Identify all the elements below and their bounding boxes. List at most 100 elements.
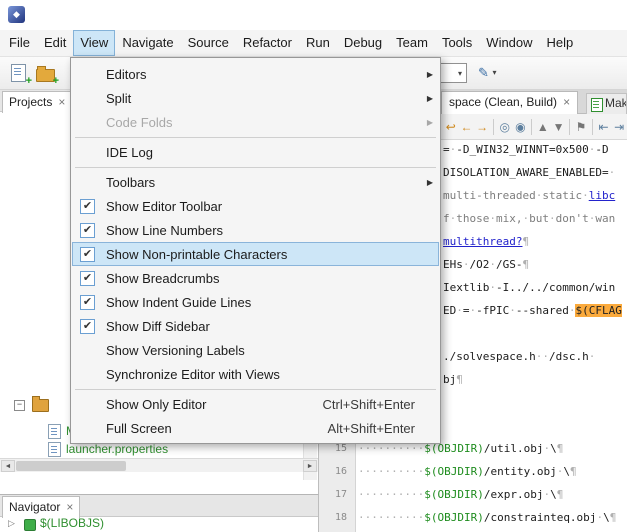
check-spacer [80,421,95,436]
menu-item-show-breadcrumbs[interactable]: ✔ Show Breadcrumbs [72,266,439,290]
menu-item-synchronize-editor-with-views[interactable]: Synchronize Editor with Views [72,362,439,386]
macro-icon [24,519,36,531]
tab-navigator-label: Navigator [9,500,61,514]
navigator-item-label: $(LIBOBJS) [40,516,105,530]
code-line[interactable]: EHs·/O2·/GS-¶ [443,253,529,276]
navigator-item-libobjs[interactable]: ▷ $(LIBOBJS) [0,516,318,532]
submenu-arrow-icon: ▶ [426,177,433,187]
open-project-button[interactable]: + [33,61,59,87]
check-spacer [80,343,95,358]
menu-item-label: Show Editor Toolbar [106,198,223,214]
navigator-panel-header: Navigator × [0,495,318,518]
menu-item-show-only-editor[interactable]: Show Only Editor Ctrl+Shift+Enter [72,392,439,416]
code-line[interactable]: ··········$(OBJDIR)/entity.obj·\¶ [358,460,577,483]
code-line[interactable]: ··········$(OBJDIR)/expr.obj·\¶ [358,483,563,506]
menubar-item-debug[interactable]: Debug [337,30,389,56]
tab-navigator[interactable]: Navigator × [2,496,81,518]
menu-separator [72,386,439,392]
menubar-item-window[interactable]: Window [479,30,539,56]
collapse-icon[interactable]: − [14,400,25,411]
menubar: File Edit View Navigate Source Refactor Run Deb… [0,30,627,57]
menubar-item-help[interactable]: Help [540,30,581,56]
menu-item-label: Show Indent Guide Lines [106,294,252,310]
tab-projects-label: Projects [9,95,53,109]
menu-item-label: Synchronize Editor with Views [106,366,280,382]
menu-item-show-indent-guide-lines[interactable]: ✔ Show Indent Guide Lines [72,290,439,314]
plus-badge-icon: + [25,75,32,87]
code-line[interactable]: DISOLATION_AWARE_ENABLED=· [443,161,615,184]
scroll-right-button[interactable]: ► [303,460,317,472]
menu-item-split[interactable]: Split ▶ [72,86,439,110]
code-line[interactable]: ./solvespace.h··/dsc.h· [443,345,595,368]
menu-item-label: Full Screen [106,420,172,436]
checkmark-icon: ✔ [80,318,95,334]
menubar-item-team[interactable]: Team [389,30,435,56]
code-line[interactable]: bj¶ [443,368,463,391]
check-spacer [80,91,95,106]
horizontal-scrollbar[interactable]: ◄ ► [0,458,318,472]
application-window: ◆ File Edit View Navigate Source Refactor Run D… [0,0,627,532]
menu-item-show-non-printable-characters[interactable]: ✔ Show Non-printable Characters [72,242,439,266]
menubar-item-view[interactable]: View [73,30,116,56]
menubar-item-run[interactable]: Run [299,30,337,56]
menubar-item-edit[interactable]: Edit [37,30,73,56]
menu-item-ide-log[interactable]: IDE Log [72,140,439,164]
menu-separator [72,134,439,140]
new-file-button[interactable]: + [6,61,32,87]
menu-item-editors[interactable]: Editors ▶ [72,62,439,86]
menu-item-show-editor-toolbar[interactable]: ✔ Show Editor Toolbar [72,194,439,218]
checkmark-icon: ✔ [80,198,95,214]
menu-item-label: Editors [106,66,147,82]
menubar-item-navigate[interactable]: Navigate [115,30,180,56]
build-icon: ✎ [478,65,489,80]
menu-item-label: Show Only Editor [106,396,207,412]
build-project-button[interactable]: ✎ ▾ [474,62,508,84]
menu-item-show-versioning-labels[interactable]: Show Versioning Labels [72,338,439,362]
code-line[interactable]: f·those·mix,·but·don't·wan [443,207,615,230]
menu-item-label: Show Diff Sidebar [106,318,210,334]
check-spacer [80,115,95,130]
menu-item-label: Show Non-printable Characters [106,246,288,262]
menubar-item-tools[interactable]: Tools [435,30,479,56]
menubar-item-refactor[interactable]: Refactor [236,30,299,56]
menubar-item-source[interactable]: Source [181,30,236,56]
checkmark-icon: ✔ [80,270,95,286]
configuration-combobox[interactable]: ▾ [441,63,467,83]
menu-item-label: IDE Log [106,144,153,160]
scrollbar-thumb[interactable] [16,461,126,471]
menu-item-toolbars[interactable]: Toolbars ▶ [72,170,439,194]
folder-icon [32,396,49,412]
app-icon: ◆ [8,6,25,23]
code-line[interactable]: multi-threaded·static·libc [443,184,615,207]
expand-icon[interactable]: ▷ [8,518,15,529]
submenu-arrow-icon: ▶ [426,69,433,79]
menu-item-label: Show Versioning Labels [106,342,245,358]
titlebar: ◆ [0,0,627,30]
close-icon[interactable]: × [66,500,73,514]
check-spacer [80,145,95,160]
menu-item-show-diff-sidebar[interactable]: ✔ Show Diff Sidebar [72,314,439,338]
close-icon[interactable]: × [58,95,65,109]
code-line[interactable]: ··········$(OBJDIR)/constrainteq.obj·\¶ [358,506,616,529]
menu-item-show-line-numbers[interactable]: ✔ Show Line Numbers [72,218,439,242]
tab-projects[interactable]: Projects × [2,91,73,113]
checkmark-icon: ✔ [80,246,95,262]
check-spacer [80,175,95,190]
check-spacer [80,397,95,412]
menu-item-full-screen[interactable]: Full Screen Alt+Shift+Enter [72,416,439,440]
code-line[interactable]: ED·=·-fPIC·--shared·$(CFLAG [443,299,622,322]
code-line[interactable]: Iextlib·-I../../common/win [443,276,615,299]
checkmark-icon: ✔ [80,222,95,238]
code-line[interactable]: =·-D_WIN32_WINNT=0x500·-D [443,138,609,161]
navigator-panel: Navigator × ▷ $(LIBOBJS) [0,494,319,532]
code-line[interactable]: multithread?¶ [443,230,529,253]
menu-item-label: Code Folds [106,114,173,130]
menu-item-code-folds: Code Folds ▶ [72,110,439,134]
menu-item-label: Split [106,90,132,106]
scroll-left-button[interactable]: ◄ [1,460,15,472]
chevron-down-icon: ▾ [492,68,497,77]
submenu-arrow-icon: ▶ [426,117,433,127]
menu-item-label: Show Line Numbers [106,222,224,238]
menubar-item-file[interactable]: File [2,30,37,56]
properties-file-icon [48,442,61,457]
